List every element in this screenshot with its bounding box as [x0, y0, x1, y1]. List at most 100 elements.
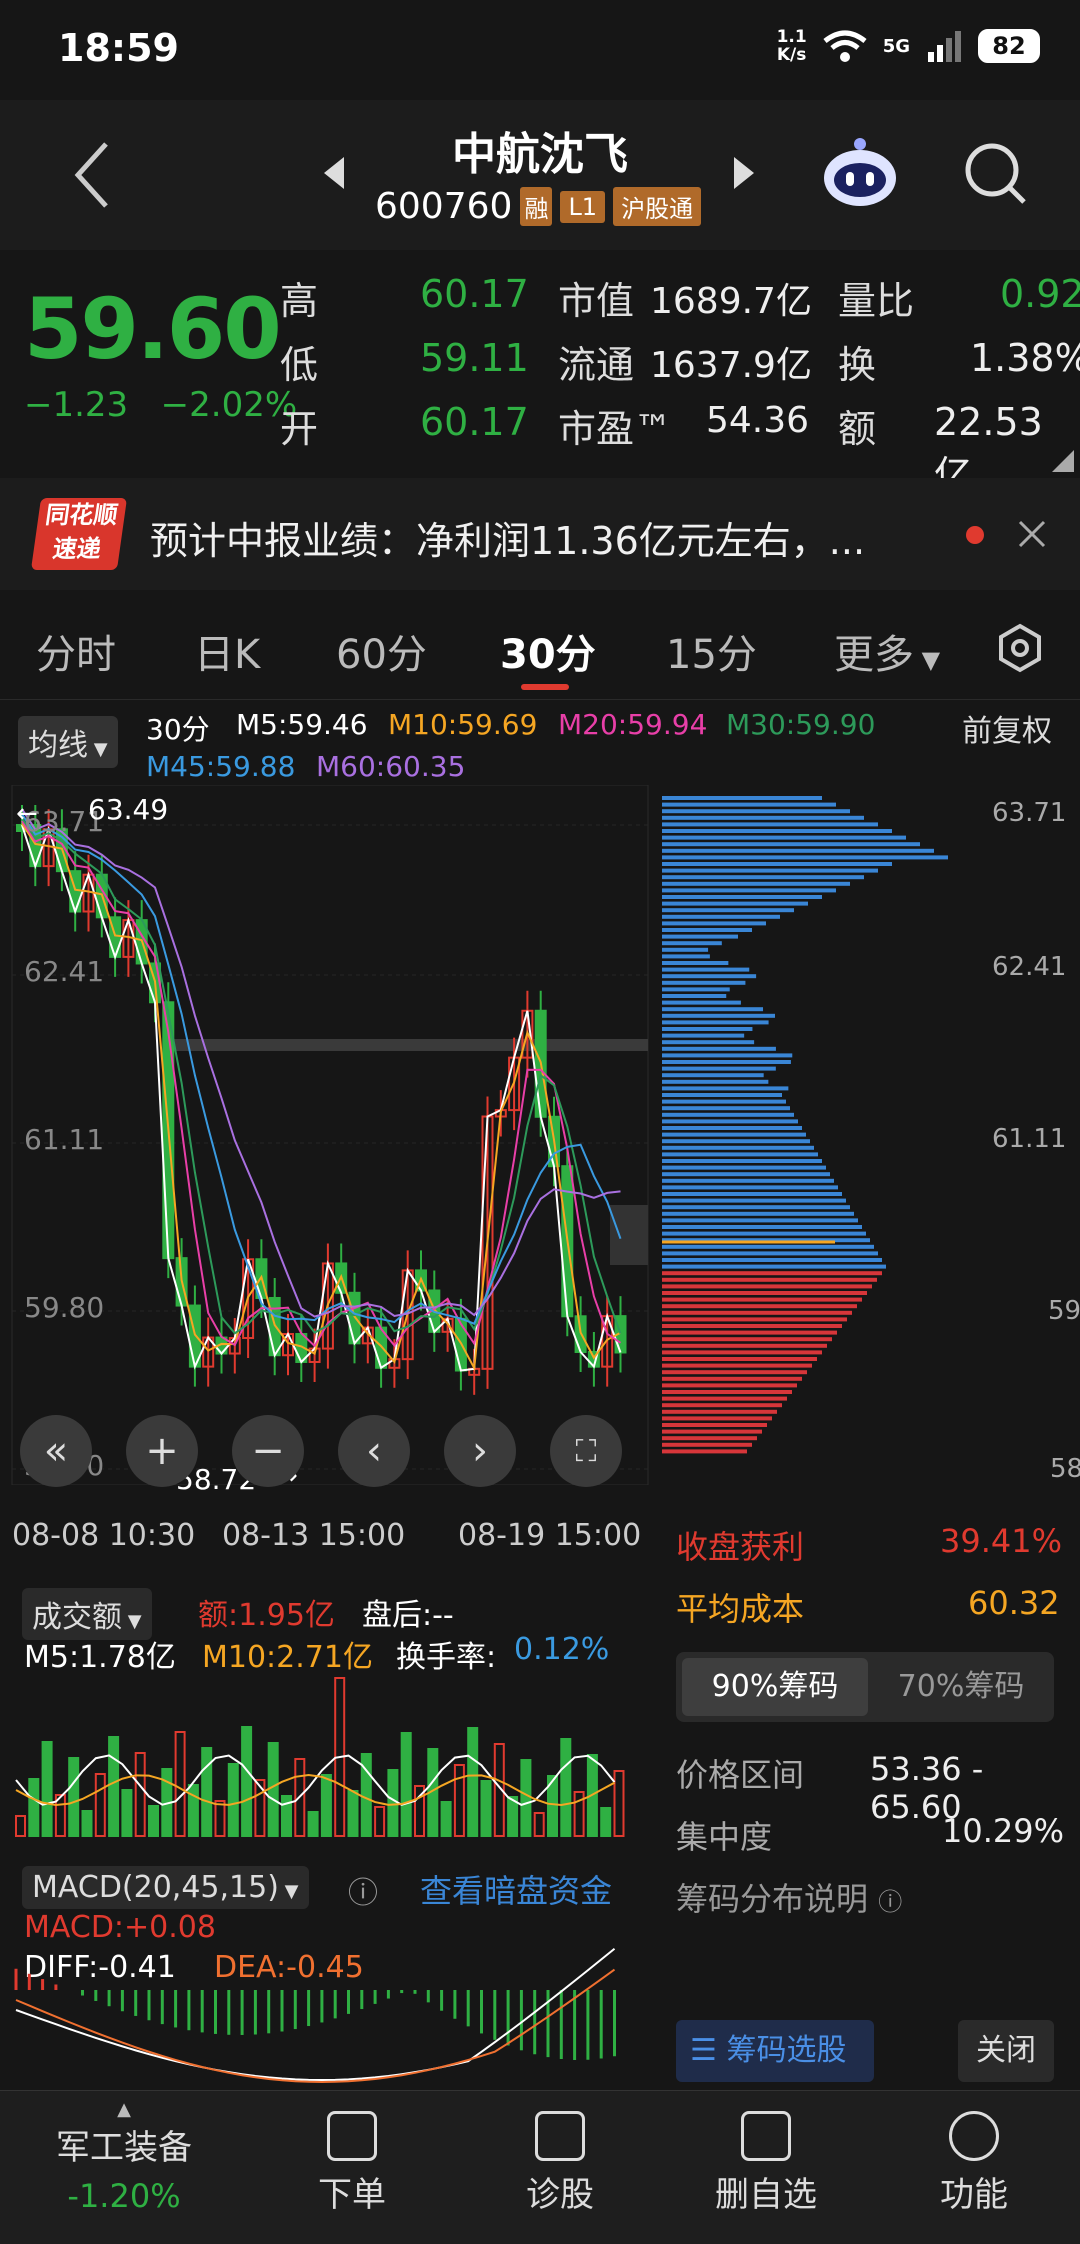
- low-value: 59.11: [420, 336, 529, 380]
- chip-bar: [662, 815, 864, 820]
- mcap-label: 市值: [558, 279, 635, 323]
- close-icon[interactable]: [1018, 520, 1046, 548]
- volume-ratio-value: 0.92: [1000, 272, 1080, 316]
- y-tick-2: 61.11: [24, 1123, 105, 1156]
- float-label: 流通: [558, 343, 635, 387]
- sector-button[interactable]: ▲ 军工装备 -1.20%: [34, 2099, 214, 2215]
- chip-select-button[interactable]: ☰ 筹码选股: [676, 2020, 874, 2082]
- chip-bar: [662, 1033, 745, 1038]
- volume-bar: [600, 1807, 612, 1837]
- chip-bar: [662, 1297, 862, 1302]
- chip-bar: [662, 987, 730, 992]
- chip-bar: [662, 928, 752, 932]
- volume-bar: [94, 1773, 106, 1837]
- high-value: 60.17: [420, 272, 529, 316]
- order-button[interactable]: 下单: [262, 2111, 442, 2216]
- open-value: 60.17: [420, 400, 529, 444]
- kline-chart[interactable]: 63.71 62.41 61.11 59.80 58.50 63.49 ← 58…: [0, 784, 655, 1496]
- ma-line: [21, 820, 622, 1348]
- function-button[interactable]: 功能: [884, 2111, 1064, 2216]
- chip-bar: [662, 974, 757, 979]
- pe-value: 54.36: [706, 400, 810, 441]
- chip-bar: [662, 1218, 858, 1223]
- tab-90-chips[interactable]: 90%筹码: [682, 1658, 868, 1716]
- y-tick-1: 62.41: [24, 955, 105, 988]
- chip-bar: [662, 1027, 753, 1031]
- chip-bar: [662, 1079, 769, 1084]
- tab-60min[interactable]: 60分: [336, 622, 427, 680]
- diagnose-button[interactable]: 诊股: [470, 2111, 650, 2216]
- volume-bar: [307, 1811, 319, 1837]
- avg-cost-label: 平均成本: [676, 1590, 805, 1628]
- volume-bar: [241, 1726, 253, 1837]
- chip-bar: [662, 1152, 818, 1157]
- next-stock-icon[interactable]: [732, 155, 756, 191]
- ma-line: [21, 808, 621, 1318]
- concentration-value: 10.29%: [942, 1812, 1065, 1850]
- volume-chart[interactable]: [0, 1660, 655, 1840]
- robot-assistant-icon[interactable]: [822, 136, 898, 208]
- chip-bar: [662, 1258, 882, 1262]
- chip-bar: [662, 1284, 872, 1289]
- zoom-out-button[interactable]: −: [232, 1415, 304, 1487]
- chip-bar: [662, 1390, 792, 1394]
- remove-watchlist-button[interactable]: 删自选: [676, 2111, 856, 2216]
- volume-bar: [121, 1789, 133, 1837]
- volume-bar: [267, 1742, 279, 1837]
- settings-icon[interactable]: [995, 623, 1045, 673]
- price-band: [610, 1205, 648, 1265]
- volume-bar: [28, 1778, 40, 1837]
- chip-bar: [662, 1317, 847, 1322]
- chip-bar: [662, 881, 850, 886]
- chip-bar: [662, 1304, 857, 1309]
- profit-value: 39.41%: [940, 1522, 1063, 1560]
- chip-explain-link[interactable]: 筹码分布说明 ⓘ: [676, 1874, 902, 1920]
- chip-y-tick-0: 63.71: [992, 798, 1067, 828]
- macd-chart[interactable]: [0, 1900, 655, 2090]
- profit-label: 收盘获利: [676, 1528, 805, 1566]
- chip-bar: [662, 1350, 822, 1355]
- chevron-left-icon: ‹: [366, 1428, 382, 1474]
- tab-daily-k[interactable]: 日K: [194, 622, 260, 680]
- chip-bar: [662, 1086, 789, 1091]
- stock-code: 600760: [375, 186, 513, 227]
- search-icon[interactable]: [962, 140, 1028, 206]
- chip-bar: [662, 1264, 886, 1269]
- x-tick-1: 08-13 15:00: [222, 1518, 406, 1553]
- ma-selector[interactable]: 均线 ▼: [18, 716, 118, 768]
- bottom-toolbar: ▲ 军工装备 -1.20% 下单 诊股 删自选 功能: [0, 2090, 1080, 2244]
- high-marker: 63.49: [88, 793, 169, 826]
- chip-bar: [662, 921, 766, 926]
- chip-bar: [662, 895, 822, 899]
- volume-bar: [201, 1747, 213, 1837]
- ma-period: 30分: [146, 713, 210, 746]
- stock-code-row: 600760 融 L1 沪股通: [375, 186, 702, 227]
- news-banner[interactable]: 同花顺 速递 预计中报业绩：净利润11.36亿元左右，...: [0, 478, 1080, 590]
- rewind-button[interactable]: «: [20, 1415, 92, 1487]
- chip-close-button[interactable]: 关闭: [958, 2020, 1054, 2082]
- chip-bar: [662, 796, 822, 800]
- tab-30min[interactable]: 30分: [500, 622, 596, 680]
- net-speed: 1.1 K/s: [776, 27, 807, 65]
- tab-70-chips[interactable]: 70%筹码: [868, 1658, 1054, 1716]
- adjust-mode[interactable]: 前复权: [962, 706, 1052, 750]
- tab-timeshare[interactable]: 分时: [36, 622, 116, 680]
- tab-more[interactable]: 更多 ▼: [834, 622, 940, 680]
- zoom-in-button[interactable]: +: [126, 1415, 198, 1487]
- chip-bar: [662, 1363, 812, 1368]
- chip-distribution: 63.71 62.41 61.11 59.8 58.5: [660, 790, 1080, 1490]
- wifi-icon: [823, 30, 867, 62]
- chip-bar: [662, 829, 892, 833]
- fullscreen-button[interactable]: ⛶: [550, 1415, 622, 1487]
- scroll-left-button[interactable]: ‹: [338, 1415, 410, 1487]
- tab-15min[interactable]: 15分: [666, 622, 757, 680]
- chip-bar: [662, 868, 878, 873]
- expand-corner-icon[interactable]: [1052, 450, 1074, 472]
- volume-bar: [187, 1784, 199, 1837]
- chip-bar: [662, 1396, 787, 1401]
- scroll-right-button[interactable]: ›: [444, 1415, 516, 1487]
- chip-bar: [662, 1244, 874, 1249]
- news-text[interactable]: 预计中报业绩：净利润11.36亿元左右，...: [150, 510, 865, 565]
- chip-bar: [662, 1165, 826, 1170]
- low-label: 低: [280, 343, 319, 387]
